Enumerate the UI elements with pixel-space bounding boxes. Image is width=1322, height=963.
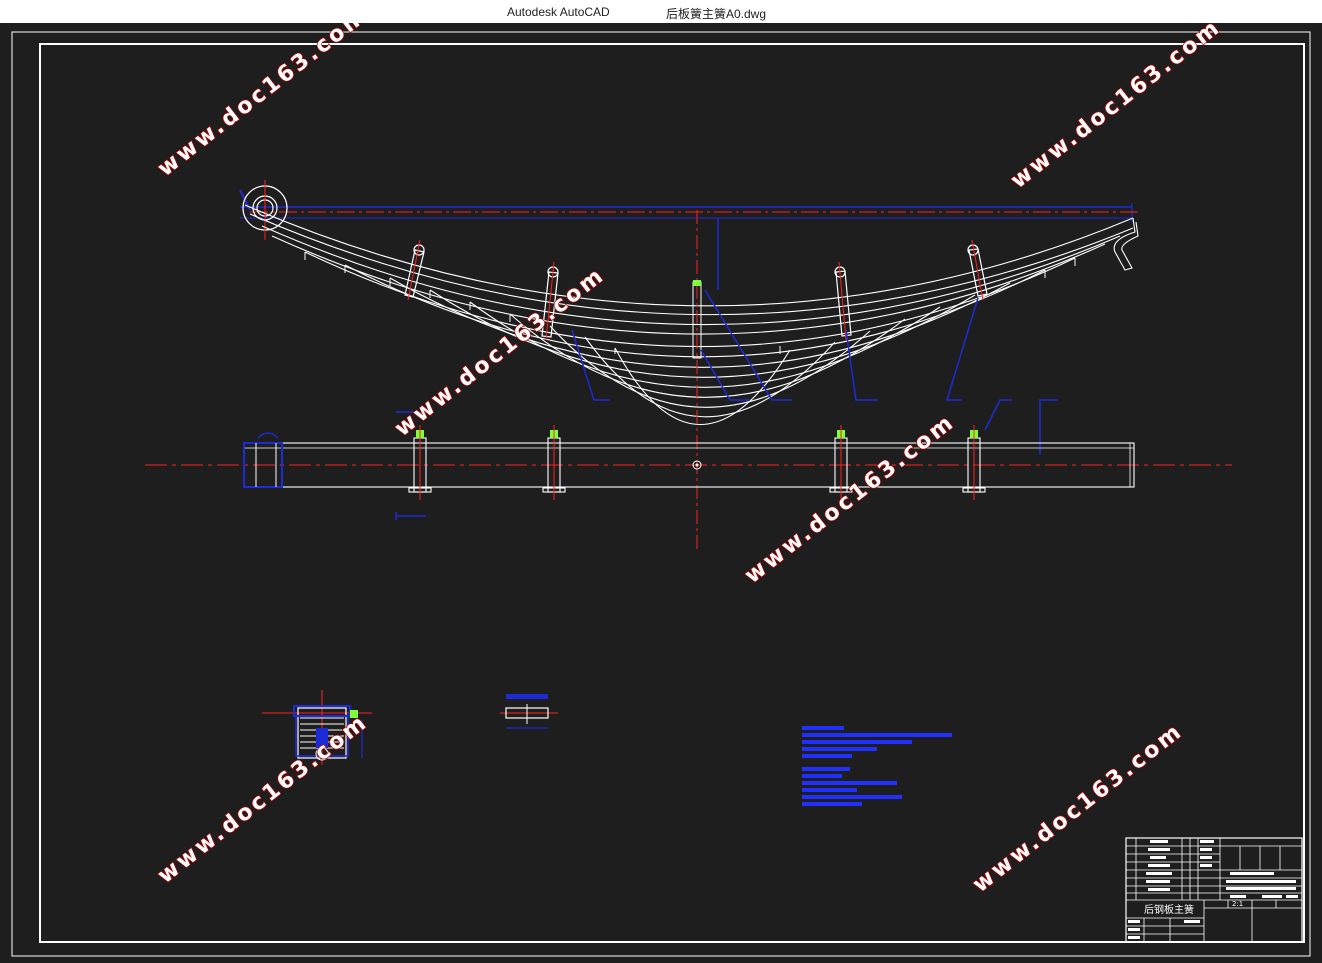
watermark-text: www.doc163.com [968,718,1188,897]
file-title: 后板簧主簧A0.dwg [666,7,767,21]
drawing-border [11,31,1311,957]
center-marker [693,280,701,286]
watermark-text: www.doc163.com [740,409,960,588]
eye-dimension [257,432,279,439]
leaf-spring-elevation[interactable] [239,180,1140,553]
title-block[interactable]: 后钢板主簧 2:1 [1125,837,1303,943]
drawing-scale: 2:1 [1232,900,1243,908]
app-title: Autodesk AutoCAD [507,5,610,19]
leaf-spring-plan-view[interactable] [145,411,1232,520]
watermark-text: www.doc163.com [153,23,373,182]
title-block-entries [1128,840,1298,939]
watermark-text: www.doc163.com [1006,23,1226,194]
drawing-canvas[interactable]: 后钢板主簧 2:1 www.doc163.com www.doc163.com … [0,23,1322,963]
window-titlebar: Autodesk AutoCAD 后板簧主簧A0.dwg [0,0,1322,23]
watermark-text: www.doc163.com [153,709,373,888]
part-title: 后钢板主簧 [1144,903,1194,916]
section-detail-b[interactable] [500,694,558,729]
technical-notes [802,726,952,806]
spring-leaves [244,204,1134,426]
detail-label-bar [506,694,548,699]
center-bolt-dot [695,463,699,467]
watermark-layer: www.doc163.com www.doc163.com www.doc163… [153,23,1227,898]
spring-hook-end [1113,217,1139,271]
